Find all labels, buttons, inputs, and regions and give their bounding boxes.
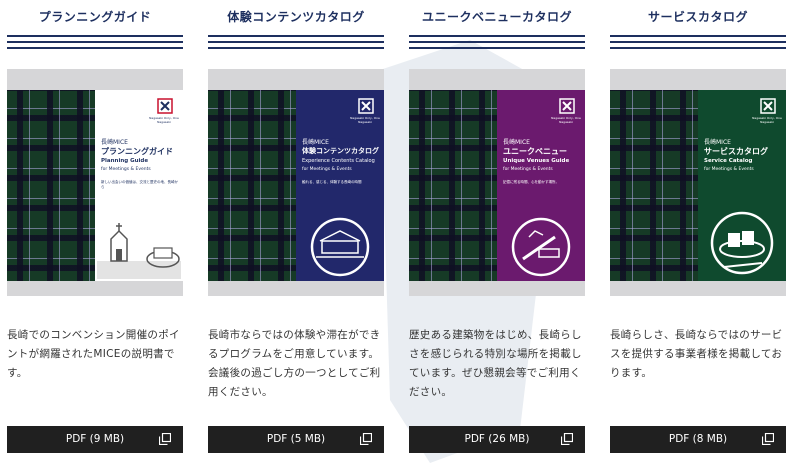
cover-panel: Nagasaki Only, One Nagasaki 長崎MICE 体験コンテ… <box>296 90 384 281</box>
catalog-cover: Nagasaki Only, One Nagasaki 長崎MICE ユニークベ… <box>409 69 585 296</box>
divider <box>208 41 384 43</box>
cover-title-jp: ユニークベニュー <box>503 147 567 156</box>
pdf-download-button[interactable]: PDF (5 MB) <box>208 426 384 453</box>
divider <box>610 41 786 43</box>
pdf-label: PDF (8 MB) <box>668 433 728 445</box>
cover-title-en: Planning Guide <box>101 158 149 164</box>
cover-city: 長崎MICE <box>503 139 530 146</box>
cover-subtitle: for Meetings & Events <box>704 167 754 172</box>
divider <box>409 47 585 49</box>
nagasaki-logo-icon <box>358 98 374 114</box>
catalog-card-unique-venues: ユニークベニューカタログ Nagasaki Only, One Nagasaki… <box>409 0 585 463</box>
pdf-label: PDF (26 MB) <box>464 433 530 445</box>
pdf-download-button[interactable]: PDF (26 MB) <box>409 426 585 453</box>
divider <box>7 41 183 43</box>
divider <box>208 47 384 49</box>
catalog-cover: Nagasaki Only, One Nagasaki 長崎MICE プランニン… <box>7 69 183 296</box>
cover-body: 新しい出会いの価値は、交流と歴史の地、長崎から <box>101 180 178 189</box>
oura-church-icon <box>97 223 181 279</box>
logo-caption: Nagasaki Only, One Nagasaki <box>752 116 782 124</box>
catalog-card-service: サービスカタログ Nagasaki Only, One Nagasaki 長崎M… <box>610 0 786 463</box>
divider <box>7 47 183 49</box>
cover-body: 触れる、感じる、体験する長崎の時間 <box>302 180 362 184</box>
castella-icon <box>710 211 774 275</box>
cover-subtitle: for Meetings & Events <box>503 167 553 172</box>
dejima-icon <box>310 217 370 277</box>
catalog-title: ユニークベニューカタログ <box>421 10 572 24</box>
catalog-card-experience: 体験コンテンツカタログ Nagasaki Only, One Nagasaki … <box>208 0 384 463</box>
cover-city: 長崎MICE <box>704 139 731 146</box>
catalog-card-planning: プランニングガイド Nagasaki Only, One Nagasaki 長崎… <box>7 0 183 463</box>
external-link-icon <box>762 433 774 445</box>
logo-caption: Nagasaki Only, One Nagasaki <box>149 116 179 124</box>
nagasaki-logo-icon <box>157 98 173 114</box>
external-link-icon <box>360 433 372 445</box>
cover-title-jp: プランニングガイド <box>101 147 173 156</box>
tartan-pattern <box>610 90 698 281</box>
logo-caption: Nagasaki Only, One Nagasaki <box>350 116 380 124</box>
unique-venue-icon <box>511 217 571 277</box>
cover-city: 長崎MICE <box>101 139 128 146</box>
cover-panel: Nagasaki Only, One Nagasaki 長崎MICE プランニン… <box>95 90 183 281</box>
pdf-download-button[interactable]: PDF (8 MB) <box>610 426 786 453</box>
divider <box>409 35 585 37</box>
divider <box>610 47 786 49</box>
cover-title-jp: サービスカタログ <box>704 147 768 156</box>
cover-title-jp: 体験コンテンツカタログ <box>302 147 379 155</box>
external-link-icon <box>561 433 573 445</box>
nagasaki-logo-icon <box>760 98 776 114</box>
divider <box>7 35 183 37</box>
cover-city: 長崎MICE <box>302 139 329 146</box>
logo-caption: Nagasaki Only, One Nagasaki <box>551 116 581 124</box>
catalog-cover: Nagasaki Only, One Nagasaki 長崎MICE サービスカ… <box>610 69 786 296</box>
cover-subtitle: for Meetings & Events <box>302 167 352 172</box>
catalog-description: 長崎でのコンベンション開催のポイントが網羅されたMICEの説明書です。 <box>7 329 180 379</box>
catalog-description: 長崎市ならではの体験や滞在ができるプログラムをご用意しています。会議後の過ごし方… <box>208 329 381 398</box>
cover-title-en: Unique Venues Guide <box>503 158 570 164</box>
pdf-download-button[interactable]: PDF (9 MB) <box>7 426 183 453</box>
divider <box>409 41 585 43</box>
divider <box>208 35 384 37</box>
catalog-title: プランニングガイド <box>38 10 152 24</box>
pdf-label: PDF (9 MB) <box>65 433 125 445</box>
nagasaki-logo-icon <box>559 98 575 114</box>
divider <box>610 35 786 37</box>
cover-title-en: Service Catalog <box>704 158 753 164</box>
catalog-description: 長崎らしさ、長崎ならではのサービスを提供する事業者様を掲載しております。 <box>610 329 783 379</box>
cover-body: 記憶に残る時間、心を動かす場所。 <box>503 180 559 184</box>
catalog-cover: Nagasaki Only, One Nagasaki 長崎MICE 体験コンテ… <box>208 69 384 296</box>
external-link-icon <box>159 433 171 445</box>
pdf-label: PDF (5 MB) <box>266 433 326 445</box>
tartan-pattern <box>409 90 497 281</box>
catalog-title: サービスカタログ <box>647 10 748 24</box>
cover-panel: Nagasaki Only, One Nagasaki 長崎MICE ユニークベ… <box>497 90 585 281</box>
tartan-pattern <box>7 90 95 281</box>
catalog-title: 体験コンテンツカタログ <box>227 10 365 24</box>
cover-panel: Nagasaki Only, One Nagasaki 長崎MICE サービスカ… <box>698 90 786 281</box>
cover-title-en: Experience Contents Catalog <box>302 158 375 164</box>
cover-subtitle: for Meetings & Events <box>101 167 151 172</box>
catalog-description: 歴史ある建築物をはじめ、長崎らしさを感じられる特別な場所を掲載しています。ぜひ懇… <box>409 329 582 398</box>
tartan-pattern <box>208 90 296 281</box>
